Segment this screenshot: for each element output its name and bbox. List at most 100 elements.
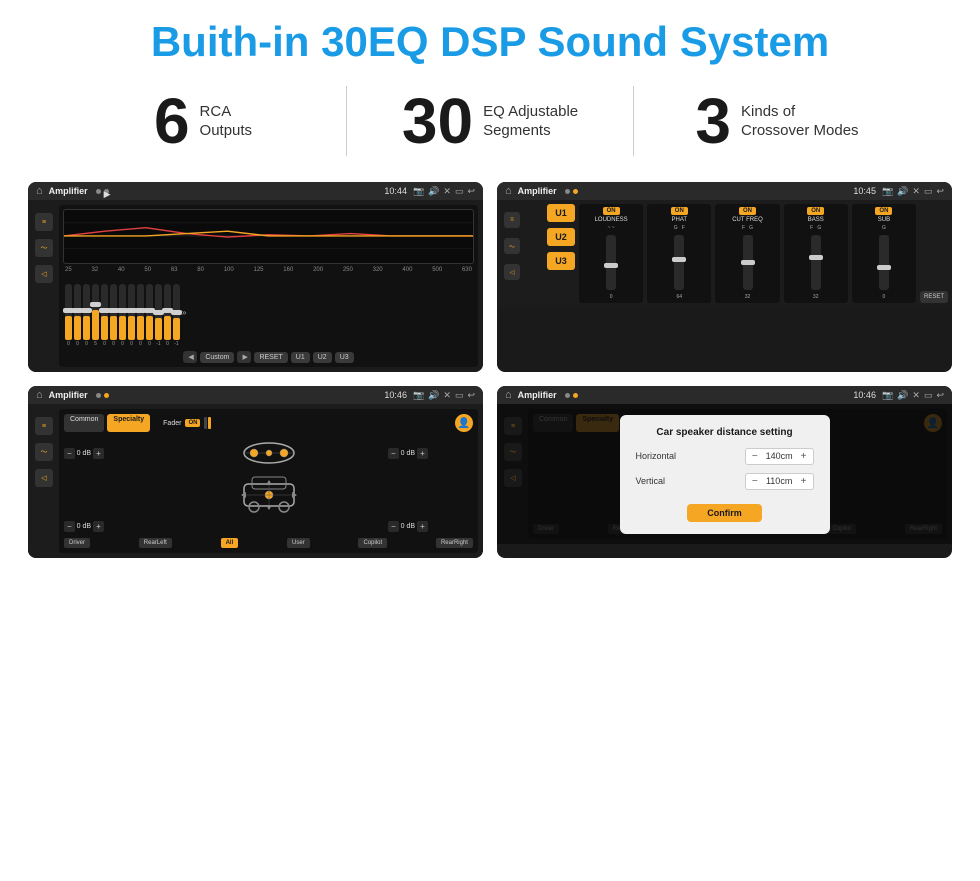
minus-btn-lt[interactable]: − — [64, 448, 75, 459]
eq-slider-6[interactable]: 0 — [119, 284, 126, 347]
speaker-icon-2[interactable]: ◁ — [504, 264, 520, 280]
user-button[interactable]: User — [287, 538, 310, 548]
close-icon-4: ✕ — [912, 390, 920, 401]
vol-val-lt: 0 dB — [77, 450, 91, 457]
driver-button[interactable]: Driver — [64, 538, 90, 548]
wave-icon-2[interactable]: 〜 — [504, 238, 520, 254]
sub-on[interactable]: ON — [875, 207, 892, 215]
horizontal-minus-button[interactable]: − — [752, 451, 758, 462]
stat-crossover-number: 3 — [695, 89, 731, 153]
cutfreq-on[interactable]: ON — [739, 207, 756, 215]
eq-slider-12[interactable]: -1 — [173, 284, 180, 347]
vertical-minus-button[interactable]: − — [752, 476, 758, 487]
left-toolbar-2: ≡ 〜 ◁ — [501, 204, 523, 303]
dot-4b — [573, 393, 578, 398]
eq-back-button[interactable]: ◀ — [183, 351, 197, 363]
confirm-button[interactable]: Confirm — [687, 504, 762, 522]
eq-custom-button[interactable]: Custom — [200, 352, 234, 363]
cutfreq-slider[interactable] — [743, 235, 753, 290]
phat-on[interactable]: ON — [671, 207, 688, 215]
plus-btn-lb[interactable]: + — [93, 521, 104, 532]
close-icon-2: ✕ — [912, 186, 920, 197]
sub-slider[interactable] — [879, 235, 889, 290]
distance-dialog: Car speaker distance setting Horizontal … — [620, 415, 830, 534]
vol-val-rt: 0 dB — [401, 450, 415, 457]
plus-btn-rt[interactable]: + — [417, 448, 428, 459]
stat-crossover-label: Kinds ofCrossover Modes — [741, 102, 859, 141]
loudness-label: LOUDNESS — [595, 217, 628, 223]
close-icon-1: ✕ — [443, 186, 451, 197]
eq-icon-2[interactable]: ≡ — [504, 212, 520, 228]
stat-crossover: 3 Kinds ofCrossover Modes — [634, 89, 920, 153]
wave-icon-3[interactable]: 〜 — [35, 443, 53, 461]
vol-val-lb: 0 dB — [77, 523, 91, 530]
u1-button[interactable]: U1 — [547, 204, 575, 222]
all-button[interactable]: All — [221, 538, 239, 548]
phat-label: PHAT — [672, 217, 688, 223]
volume-icon-2: 🔊 — [897, 186, 908, 197]
eq-play-button[interactable]: ▶ — [237, 351, 251, 363]
speaker-icon-3[interactable]: ◁ — [35, 469, 53, 487]
eq-slider-7[interactable]: 0 — [128, 284, 135, 347]
left-toolbar-1: ≡ 〜 ◁ — [33, 205, 55, 367]
eq-slider-0[interactable]: 0 — [65, 284, 72, 347]
minus-btn-rt[interactable]: − — [388, 448, 399, 459]
bass-slider[interactable] — [811, 235, 821, 290]
status-icons-4: 📷 🔊 ✕ ▭ ↩ — [882, 390, 944, 401]
vertical-value-group: − 110cm + — [745, 473, 814, 490]
fader-controls: Fader ON — [163, 414, 211, 432]
dot-3b — [104, 393, 109, 398]
eq-slider-2[interactable]: 0 — [83, 284, 90, 347]
minus-btn-rb[interactable]: − — [388, 521, 399, 532]
tab-common[interactable]: Common — [64, 414, 104, 432]
wave-icon[interactable]: 〜 — [35, 239, 53, 257]
eq-u3-button[interactable]: U3 — [335, 352, 354, 363]
eq-reset-button[interactable]: RESET — [254, 352, 287, 363]
eq-sliders: 0 0 0 5 0 0 0 0 0 0 -1 0 -1 » — [63, 277, 474, 347]
dot-2b — [573, 189, 578, 194]
eq-slider-11[interactable]: 0 — [164, 284, 171, 347]
eq-icon-3[interactable]: ≡ — [35, 417, 53, 435]
phat-slider[interactable] — [674, 235, 684, 290]
channel-cutfreq: ON CUT FREQ F G 32 — [715, 204, 779, 303]
cutfreq-label: CUT FREQ — [732, 217, 763, 223]
plus-btn-rb[interactable]: + — [417, 521, 428, 532]
loudness-on[interactable]: ON — [603, 207, 620, 215]
user-avatar: 👤 — [455, 414, 473, 432]
eq-slider-4[interactable]: 0 — [101, 284, 108, 347]
reset-button-2[interactable]: RESET — [920, 291, 948, 303]
vol-left-top: − 0 dB + — [64, 448, 149, 459]
eq-slider-9[interactable]: 0 — [146, 284, 153, 347]
eq-slider-10[interactable]: -1 — [155, 284, 162, 347]
screen-dialog: ⌂ Amplifier 10:46 📷 🔊 ✕ ▭ ↩ ≡ 〜 ◁ — [497, 386, 952, 558]
back-icon-4: ↩ — [936, 390, 944, 401]
home-icon-4: ⌂ — [505, 389, 512, 401]
bass-on[interactable]: ON — [807, 207, 824, 215]
eq-slider-8[interactable]: 0 — [137, 284, 144, 347]
vertical-plus-button[interactable]: + — [801, 476, 807, 487]
eq-slider-3[interactable]: 5 — [92, 284, 99, 347]
back-icon-3: ↩ — [467, 390, 475, 401]
screen2-title: Amplifier — [518, 186, 557, 196]
speaker-icon[interactable]: ◁ — [35, 265, 53, 283]
status-icons-3: 📷 🔊 ✕ ▭ ↩ — [413, 390, 475, 401]
copilot-button[interactable]: Copilot — [358, 538, 387, 548]
minus-btn-lb[interactable]: − — [64, 521, 75, 532]
eq-slider-1[interactable]: 0 — [74, 284, 81, 347]
u2-button[interactable]: U2 — [547, 228, 575, 246]
stats-row: 6 RCAOutputs 30 EQ AdjustableSegments 3 … — [0, 76, 980, 172]
tab-specialty[interactable]: Specialty — [107, 414, 150, 432]
eq-u2-button[interactable]: U2 — [313, 352, 332, 363]
eq-frequency-labels: 2532 4050 6380 100125 160200 250320 4005… — [63, 267, 474, 273]
eq-u1-button[interactable]: U1 — [291, 352, 310, 363]
horizontal-plus-button[interactable]: + — [801, 451, 807, 462]
u3-button[interactable]: U3 — [547, 252, 575, 270]
rearleft-button[interactable]: RearLeft — [139, 538, 172, 548]
eq-slider-5[interactable]: 0 — [110, 284, 117, 347]
plus-btn-lt[interactable]: + — [93, 448, 104, 459]
rearright-button[interactable]: RearRight — [436, 538, 473, 548]
eq-bottom-buttons: ◀ Custom ▶ RESET U1 U2 U3 — [63, 351, 474, 363]
fader-on-badge[interactable]: ON — [185, 419, 200, 427]
eq-icon[interactable]: ≡ — [35, 213, 53, 231]
loudness-slider[interactable] — [606, 235, 616, 290]
